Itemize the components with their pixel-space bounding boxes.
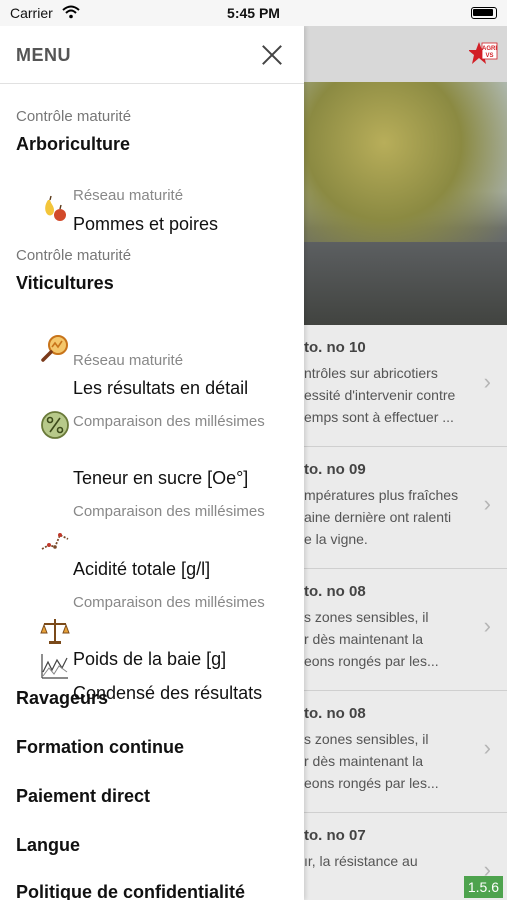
chart-summary-icon <box>41 654 68 679</box>
item-caption: Réseau maturité <box>73 352 184 369</box>
svg-text:VS: VS <box>485 53 493 59</box>
line-graph-icon <box>41 533 69 550</box>
item-caption: Comparaison des millésimes <box>73 594 265 611</box>
chevron-right-icon: › <box>483 613 491 638</box>
news-snippet: e la vigne. <box>304 531 368 547</box>
percent-icon <box>41 411 69 439</box>
news-title: to. no 08 <box>304 583 366 600</box>
news-snippet: eons rongés par les... <box>304 775 439 791</box>
menu-item-resultats-detail[interactable]: Les résultats en détail <box>73 378 248 399</box>
news-title: to. no 08 <box>304 705 366 722</box>
close-icon[interactable] <box>260 43 284 67</box>
chevron-right-icon: › <box>483 369 491 394</box>
menu-item-politique-confidentialite[interactable]: Politique de confidentialité <box>16 882 245 900</box>
chevron-right-icon: › <box>483 735 491 760</box>
news-snippet: aine dernière ont ralenti <box>304 509 452 525</box>
scale-icon <box>40 619 70 644</box>
menu-item-langue[interactable]: Langue <box>16 835 80 856</box>
version-badge: 1.5.6 <box>463 876 503 898</box>
menu-item-ravageurs[interactable]: Ravageurs <box>16 688 108 709</box>
agri-vs-logo: AGRI VS <box>469 42 498 64</box>
news-snippet: ır, la résistance au <box>304 853 418 869</box>
news-title: to. no 09 <box>304 461 366 478</box>
news-snippet: eons rongés par les... <box>304 653 439 669</box>
chevron-right-icon: › <box>483 491 491 516</box>
menu-item-pommes-poires[interactable]: Pommes et poires <box>73 214 218 235</box>
news-title: to. no 10 <box>304 339 366 356</box>
section-title-arboriculture[interactable]: Arboriculture <box>16 134 130 155</box>
battery-icon <box>471 7 497 19</box>
menu-item-paiement-direct[interactable]: Paiement direct <box>16 786 150 807</box>
menu-item-formation-continue[interactable]: Formation continue <box>16 737 184 758</box>
menu-item-acidite[interactable]: Acidité totale [g/l] <box>73 559 210 580</box>
news-snippet: essité d'intervenir contre <box>304 387 456 403</box>
item-caption: Réseau maturité <box>73 187 184 204</box>
news-snippet: s zones sensibles, il <box>304 609 429 625</box>
news-snippet: s zones sensibles, il <box>304 731 429 747</box>
news-snippet: ntrôles sur abricotiers <box>304 365 438 381</box>
menu-item-poids-baie[interactable]: Poids de la baie [g] <box>73 649 226 670</box>
section-caption: Contrôle maturité <box>16 247 132 264</box>
drawer-header: MENU <box>0 26 304 84</box>
magnifier-graph-icon <box>41 335 68 362</box>
svg-text:AGRI: AGRI <box>482 46 497 52</box>
section-title-viticultures[interactable]: Viticultures <box>16 273 114 294</box>
pear-apple-icon <box>45 195 66 221</box>
menu-title: MENU <box>16 45 71 65</box>
news-snippet: r dès maintenant la <box>304 753 424 769</box>
item-caption: Comparaison des millésimes <box>73 503 265 520</box>
section-caption: Contrôle maturité <box>16 108 132 125</box>
menu-item-teneur-sucre[interactable]: Teneur en sucre [Oe°] <box>73 468 248 489</box>
status-bar: Carrier 5:45 PM <box>0 0 507 26</box>
news-snippet: mpératures plus fraîches <box>304 487 459 503</box>
news-title: to. no 07 <box>304 827 366 844</box>
news-snippet: r dès maintenant la <box>304 631 424 647</box>
item-caption: Comparaison des millésimes <box>73 413 265 430</box>
clock: 5:45 PM <box>227 5 280 21</box>
side-drawer: MENU Contrôle maturité Arboriculture Rés… <box>0 26 304 900</box>
news-snippet: emps sont à effectuer ... <box>304 409 454 425</box>
